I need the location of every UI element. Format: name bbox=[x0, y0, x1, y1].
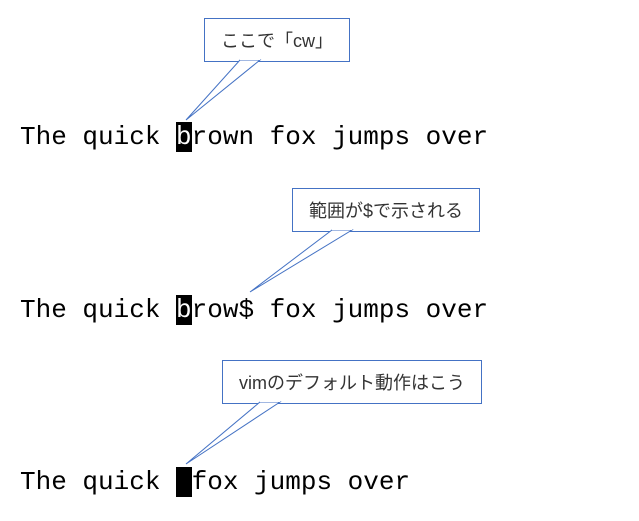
text-line-1: The quick brown fox jumps over bbox=[20, 122, 488, 152]
callout-2: 範囲が$で示される bbox=[292, 188, 480, 232]
line2-cursor: b bbox=[176, 295, 192, 325]
line3-cursor bbox=[176, 467, 192, 497]
line2-pre: The quick bbox=[20, 295, 176, 325]
line1-pre: The quick bbox=[20, 122, 176, 152]
line1-post: rown fox jumps over bbox=[192, 122, 488, 152]
callout-1-pointer bbox=[0, 0, 639, 521]
text-line-3: The quick fox jumps over bbox=[20, 467, 410, 497]
callout-2-pointer bbox=[0, 0, 639, 521]
line3-post: fox jumps over bbox=[192, 467, 410, 497]
line3-pre: The quick bbox=[20, 467, 176, 497]
line2-post: row$ fox jumps over bbox=[192, 295, 488, 325]
callout-3: vimのデフォルト動作はこう bbox=[222, 360, 482, 404]
callout-1: ここで「cw」 bbox=[204, 18, 350, 62]
text-line-2: The quick brow$ fox jumps over bbox=[20, 295, 488, 325]
diagram-stage: ここで「cw」 The quick brown fox jumps over 範… bbox=[0, 0, 639, 521]
callout-3-pointer bbox=[0, 0, 639, 521]
line1-cursor: b bbox=[176, 122, 192, 152]
